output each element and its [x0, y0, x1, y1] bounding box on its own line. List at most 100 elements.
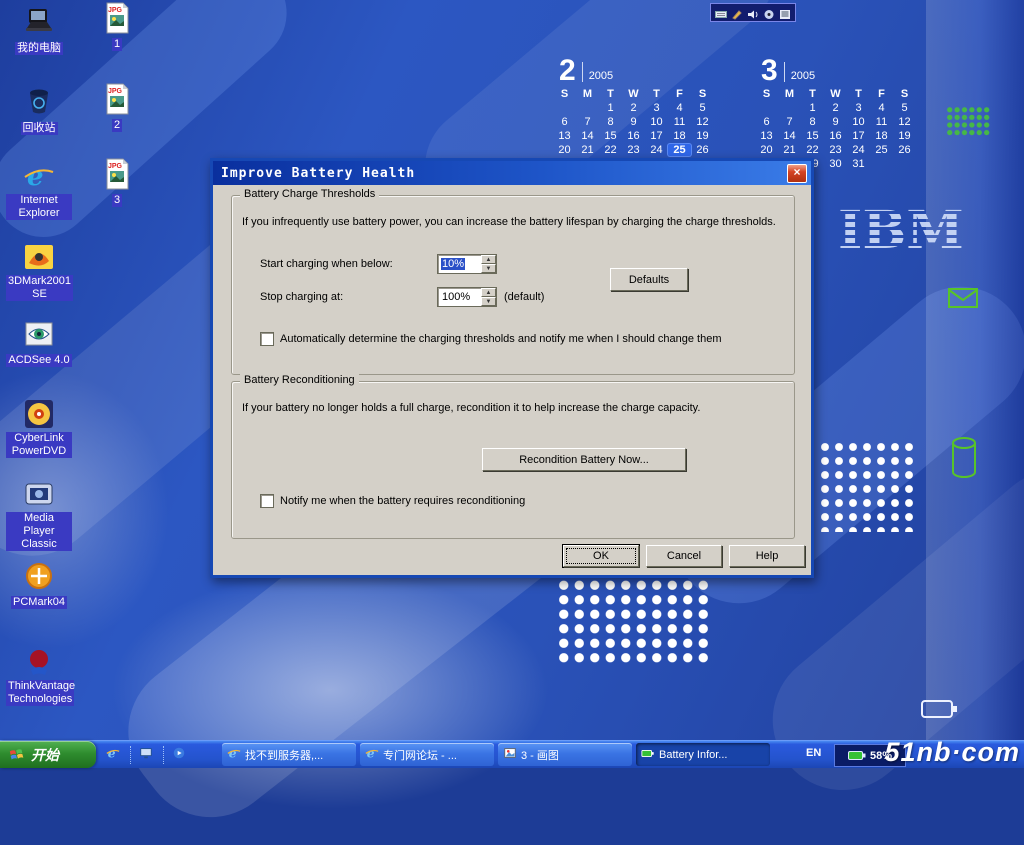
svg-text:e: e [27, 162, 44, 192]
powerdvd-icon [23, 398, 55, 430]
my-computer-icon [23, 6, 55, 38]
calendar-day: 1 [599, 102, 622, 114]
start-threshold-value[interactable]: 10% [441, 258, 465, 270]
calendar-day: 20 [553, 144, 576, 156]
group-title: Battery Reconditioning [240, 374, 359, 386]
media-player-classic-icon [23, 478, 55, 510]
calendar-day: 3 [645, 102, 668, 114]
desktop-icon-col1-7[interactable]: PCMark04 [6, 560, 72, 610]
close-icon: × [793, 165, 800, 179]
spin-up-button[interactable]: ▲ [481, 255, 496, 264]
close-button[interactable]: × [787, 164, 807, 183]
notify-reconditioning-checkbox[interactable] [260, 494, 274, 508]
calendar-day: 2 [622, 102, 645, 114]
stop-threshold-spinner[interactable]: 100% ▲ ▼ [437, 287, 497, 307]
calendar-day-header: F [870, 88, 893, 100]
database-cylinder-icon [950, 436, 978, 485]
group-title: Battery Charge Thresholds [240, 188, 379, 200]
desktop-icon-col1-5[interactable]: CyberLink PowerDVD [6, 398, 72, 459]
windows-flag-icon [8, 746, 26, 764]
desktop-icon-col2-2[interactable]: JPG3 [84, 158, 150, 208]
watermark: 51nb·com [884, 737, 1020, 768]
task-label: 3 - 画图 [521, 747, 559, 763]
internet-explorer-quicklaunch[interactable]: e [106, 746, 124, 764]
calendar-day: 8 [599, 116, 622, 128]
ie-small-icon: e [365, 746, 379, 763]
jpg-file-icon: JPG [101, 2, 133, 34]
desktop-icon-col1-1[interactable]: 回收站 [6, 86, 72, 136]
stop-threshold-value[interactable]: 100% [442, 291, 470, 303]
calendar-day: 10 [645, 116, 668, 128]
desktop-icon-col1-8[interactable]: ThinkVantage Technologies [6, 646, 72, 707]
calendar-day-header: T [645, 88, 668, 100]
disc-icon[interactable] [763, 7, 775, 18]
calendar-day: 14 [778, 130, 801, 142]
calendar-year: 2005 [791, 70, 815, 84]
calendar-day: 18 [668, 130, 691, 142]
desktop-icon-col2-0[interactable]: JPG1 [84, 2, 150, 52]
dialog-titlebar[interactable]: Improve Battery Health × [213, 161, 811, 185]
calendar-day: 2 [824, 102, 847, 114]
3dmark-icon [23, 241, 55, 273]
taskbar-task-0[interactable]: e找不到服务器,... [222, 743, 356, 766]
desktop-icon-col1-6[interactable]: Media Player Classic [6, 478, 72, 552]
spin-up-button[interactable]: ▲ [481, 288, 496, 297]
calendar-month: 2 [559, 58, 576, 84]
desktop-icon-col1-3[interactable]: 3DMark2001 SE [6, 241, 72, 302]
calendar-day-header: S [691, 88, 714, 100]
calendar-march: 32005SMTWTFS1234567891011121314151617181… [755, 54, 916, 170]
spin-down-button[interactable]: ▼ [481, 264, 496, 273]
internet-explorer-icon: e [23, 160, 55, 192]
spin-down-button[interactable]: ▼ [481, 297, 496, 306]
recondition-battery-button[interactable]: Recondition Battery Now... [482, 448, 686, 471]
svg-text:e: e [229, 746, 237, 760]
calendar-day-header: F [668, 88, 691, 100]
desktop-icon-label: Internet Explorer [6, 194, 72, 220]
taskbar-task-3[interactable]: Battery Infor... [636, 743, 770, 766]
keyboard-icon[interactable] [715, 7, 727, 18]
calendar-day: 30 [824, 158, 847, 170]
battery-charge-thresholds-group: Battery Charge Thresholds If you infrequ… [231, 195, 795, 375]
envelope-icon [948, 286, 978, 315]
calendar-day: 23 [824, 144, 847, 156]
calendar-day-header: M [778, 88, 801, 100]
desktop-icon-col1-2[interactable]: eInternet Explorer [6, 160, 72, 221]
calendar-day [893, 158, 916, 170]
calendar-day: 3 [847, 102, 870, 114]
start-threshold-spinner[interactable]: 10% ▲ ▼ [437, 254, 497, 274]
calendar-day: 25 [668, 144, 691, 156]
calendar-day: 19 [691, 130, 714, 142]
calendar-day: 14 [576, 130, 599, 142]
jpg-file-icon: JPG [101, 158, 133, 190]
calendar-day: 6 [553, 116, 576, 128]
calendar-divider [784, 62, 785, 82]
help-button[interactable]: Help [729, 545, 805, 567]
language-indicator[interactable]: EN [806, 747, 821, 759]
defaults-button[interactable]: Defaults [610, 268, 688, 291]
media-player-quicklaunch[interactable] [172, 746, 190, 764]
calendar-day: 19 [893, 130, 916, 142]
cancel-button[interactable]: Cancel [646, 545, 722, 567]
desktop-icon-label: PCMark04 [11, 596, 67, 609]
menu-icon[interactable] [779, 7, 791, 18]
calendar-day-header: S [553, 88, 576, 100]
ime-toolbar[interactable] [710, 3, 796, 22]
desktop-icon-col1-0[interactable]: 我的电脑 [6, 6, 72, 56]
desktop-icon-col2-1[interactable]: JPG2 [84, 83, 150, 133]
battery-small-icon [641, 746, 655, 763]
start-button[interactable]: 开始 [0, 741, 96, 768]
recycle-bin-icon [23, 86, 55, 118]
calendar-day: 9 [622, 116, 645, 128]
calendar-day: 10 [847, 116, 870, 128]
pen-icon[interactable] [731, 7, 743, 18]
speaker-icon[interactable] [747, 7, 759, 18]
show-desktop[interactable] [139, 746, 157, 764]
calendar-day: 4 [668, 102, 691, 114]
ok-button[interactable]: OK [563, 545, 639, 567]
desktop-icon-col1-4[interactable]: ACDSee 4.0 [6, 318, 72, 368]
task-label: 专门网论坛 - ... [383, 747, 457, 763]
taskbar-task-2[interactable]: 3 - 画图 [498, 743, 632, 766]
auto-determine-checkbox[interactable] [260, 332, 274, 346]
taskbar-task-1[interactable]: e专门网论坛 - ... [360, 743, 494, 766]
calendar-divider [582, 62, 583, 82]
